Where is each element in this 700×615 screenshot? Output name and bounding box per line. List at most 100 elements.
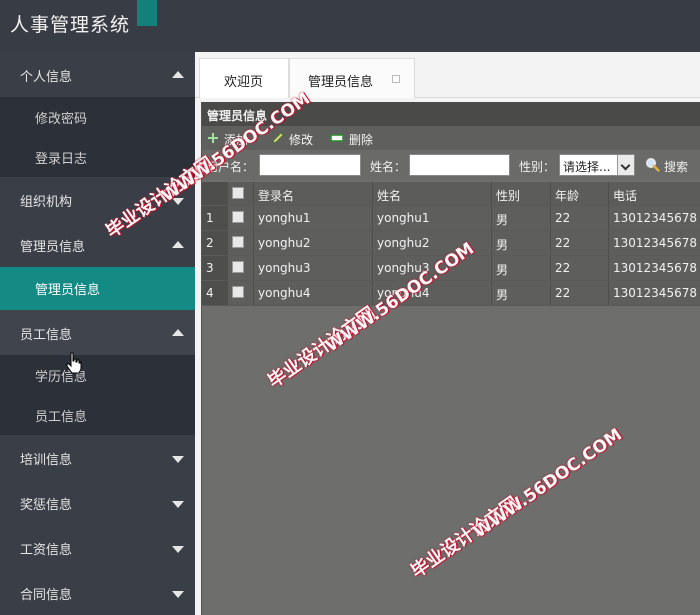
- triangle-down-icon: [172, 591, 184, 598]
- login-cell: yonghu2: [254, 231, 373, 255]
- gender-text: 男: [496, 263, 509, 277]
- phone-cell: 13012345678: [609, 281, 700, 305]
- login-text: yonghu3: [258, 261, 311, 275]
- phone-cell: 13012345678: [609, 206, 700, 230]
- gender-select-value: 请选择...: [563, 160, 611, 174]
- phone-text: 13012345678: [613, 211, 697, 225]
- phone-text: 13012345678: [613, 261, 697, 275]
- main-content: 欢迎页 管理员信息 管理员信息 添加 修改 删除 用户名： 姓名： 性别： 请选…: [195, 52, 700, 615]
- sidebar-group-label: 培训信息: [20, 453, 73, 468]
- tab-label: 管理员信息: [308, 75, 374, 90]
- gender-select[interactable]: 请选择...: [559, 154, 635, 176]
- age-text: 22: [555, 286, 571, 300]
- column-header[interactable]: 年龄: [551, 182, 609, 205]
- chevron-down-icon[interactable]: [617, 155, 634, 175]
- column-header-text: 年龄: [555, 189, 580, 203]
- edit-button-label: 修改: [289, 133, 314, 147]
- age-text: 22: [555, 211, 571, 225]
- name-input[interactable]: [409, 154, 510, 176]
- sidebar-group-label: 奖惩信息: [20, 498, 73, 513]
- panel-title-text: 管理员信息: [207, 109, 268, 123]
- sidebar-group-salary[interactable]: 工资信息: [0, 525, 195, 570]
- row-number-text: 2: [206, 236, 214, 250]
- app-title: 人事管理系统: [10, 14, 131, 36]
- add-button-label: 添加: [224, 133, 249, 147]
- column-header[interactable]: 电话: [609, 182, 700, 205]
- minus-box-icon: [330, 134, 344, 142]
- select-all-checkbox[interactable]: [232, 187, 244, 199]
- panel-title: 管理员信息: [202, 102, 700, 126]
- row-checkbox[interactable]: [232, 211, 244, 223]
- login-cell: yonghu3: [254, 256, 373, 280]
- sidebar-item-admin-info[interactable]: 管理员信息: [0, 267, 195, 310]
- gender-cell: 男: [492, 206, 551, 230]
- row-select-cell: [228, 256, 254, 280]
- table-row[interactable]: 1 yonghu1 yonghu1 男 22 13012345678: [202, 206, 700, 231]
- sidebar-item-employee-info[interactable]: 员工信息: [0, 395, 195, 435]
- phone-cell: 13012345678: [609, 256, 700, 280]
- sidebar-group-admin[interactable]: 管理员信息: [0, 222, 195, 267]
- age-text: 22: [555, 261, 571, 275]
- name-text: yonghu1: [377, 211, 430, 225]
- name-text: yonghu4: [377, 286, 430, 300]
- age-cell: 22: [551, 281, 609, 305]
- row-number-text: 1: [206, 211, 214, 225]
- phone-text: 13012345678: [613, 236, 697, 250]
- phone-text: 13012345678: [613, 286, 697, 300]
- row-select-cell: [228, 231, 254, 255]
- triangle-down-icon: [172, 501, 184, 508]
- header-accent-block: [137, 0, 157, 26]
- delete-button-label: 删除: [349, 133, 374, 147]
- sidebar-group-rewards[interactable]: 奖惩信息: [0, 480, 195, 525]
- sidebar-item-login-log[interactable]: 登录日志: [0, 137, 195, 177]
- top-header: 人事管理系统: [0, 0, 700, 52]
- sidebar-group-organization[interactable]: 组织机构: [0, 177, 195, 222]
- grid-header-row: 登录名 姓名 性别 年龄 电话: [202, 182, 700, 206]
- sidebar-item-label: 管理员信息: [35, 283, 101, 298]
- gender-text: 男: [496, 213, 509, 227]
- login-cell: yonghu1: [254, 206, 373, 230]
- sidebar-group-label: 员工信息: [20, 328, 73, 343]
- triangle-up-icon: [172, 71, 184, 78]
- username-input[interactable]: [259, 154, 361, 176]
- row-checkbox[interactable]: [232, 286, 244, 298]
- name-label: 姓名：: [370, 160, 407, 174]
- column-header[interactable]: 姓名: [373, 182, 492, 205]
- row-checkbox[interactable]: [232, 236, 244, 248]
- row-number-text: 3: [206, 261, 214, 275]
- sidebar-group-employee[interactable]: 员工信息: [0, 310, 195, 355]
- table-row[interactable]: 3 yonghu3 yonghu3 男 22 13012345678: [202, 256, 700, 281]
- name-text: yonghu2: [377, 236, 430, 250]
- sidebar-group-label: 工资信息: [20, 543, 73, 558]
- sidebar-group-label: 管理员信息: [20, 240, 86, 255]
- column-header[interactable]: 登录名: [254, 182, 373, 205]
- sidebar-group-contract[interactable]: 合同信息: [0, 570, 195, 615]
- gender-text: 男: [496, 238, 509, 252]
- close-icon[interactable]: [392, 75, 400, 83]
- sidebar-item-education[interactable]: 学历信息: [0, 355, 195, 395]
- triangle-down-icon: [172, 546, 184, 553]
- sidebar-group-personal[interactable]: 个人信息: [0, 52, 195, 97]
- row-number: 4: [202, 281, 228, 305]
- row-checkbox[interactable]: [232, 261, 244, 273]
- tab-admin-info[interactable]: 管理员信息: [289, 58, 415, 98]
- row-number-text: 4: [206, 286, 214, 300]
- column-header-text: 姓名: [377, 189, 402, 203]
- row-number: 3: [202, 256, 228, 280]
- sidebar-group-training[interactable]: 培训信息: [0, 435, 195, 480]
- row-select-cell: [228, 206, 254, 230]
- table-row[interactable]: 4 yonghu4 yonghu4 男 22 13012345678: [202, 281, 700, 306]
- sidebar-item-label: 登录日志: [35, 152, 88, 167]
- age-cell: 22: [551, 256, 609, 280]
- column-header[interactable]: 性别: [492, 182, 551, 205]
- triangle-up-icon: [172, 329, 184, 336]
- toolbar: 添加 修改 删除: [202, 126, 700, 150]
- search-bar: 用户名： 姓名： 性别： 请选择... 搜索: [202, 150, 700, 180]
- table-row[interactable]: 2 yonghu2 yonghu2 男 22 13012345678: [202, 231, 700, 256]
- search-button-label: 搜索: [664, 160, 689, 174]
- sidebar-item-label: 修改密码: [35, 112, 88, 127]
- sidebar-item-change-password[interactable]: 修改密码: [0, 97, 195, 137]
- username-label: 用户名：: [206, 160, 255, 174]
- tab-welcome[interactable]: 欢迎页: [199, 58, 289, 98]
- plus-icon: [208, 133, 218, 143]
